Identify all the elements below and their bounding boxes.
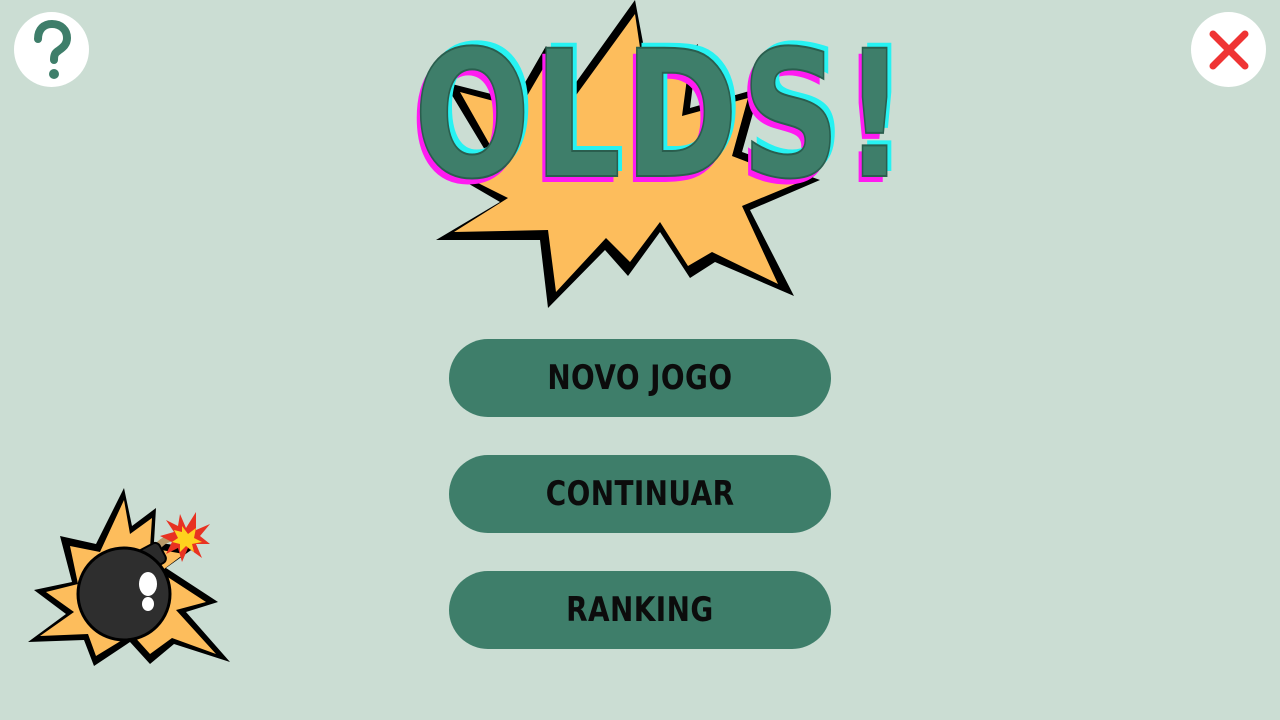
new-game-button[interactable]: NOVO JOGO [449, 339, 831, 417]
bomb-decoration [26, 484, 236, 669]
question-mark-icon [33, 19, 71, 79]
close-x-icon [1209, 30, 1248, 69]
close-button[interactable] [1191, 12, 1266, 87]
help-button[interactable] [14, 12, 89, 87]
ranking-button[interactable]: RANKING [449, 571, 831, 649]
game-logo: OLDS! [350, 0, 930, 320]
game-title: OLDS! [413, 13, 910, 218]
ranking-label: RANKING [566, 590, 714, 630]
continue-button[interactable]: CONTINUAR [449, 455, 831, 533]
bomb-explosion-icon [28, 488, 230, 666]
new-game-label: NOVO JOGO [547, 358, 733, 398]
continue-label: CONTINUAR [545, 474, 735, 514]
